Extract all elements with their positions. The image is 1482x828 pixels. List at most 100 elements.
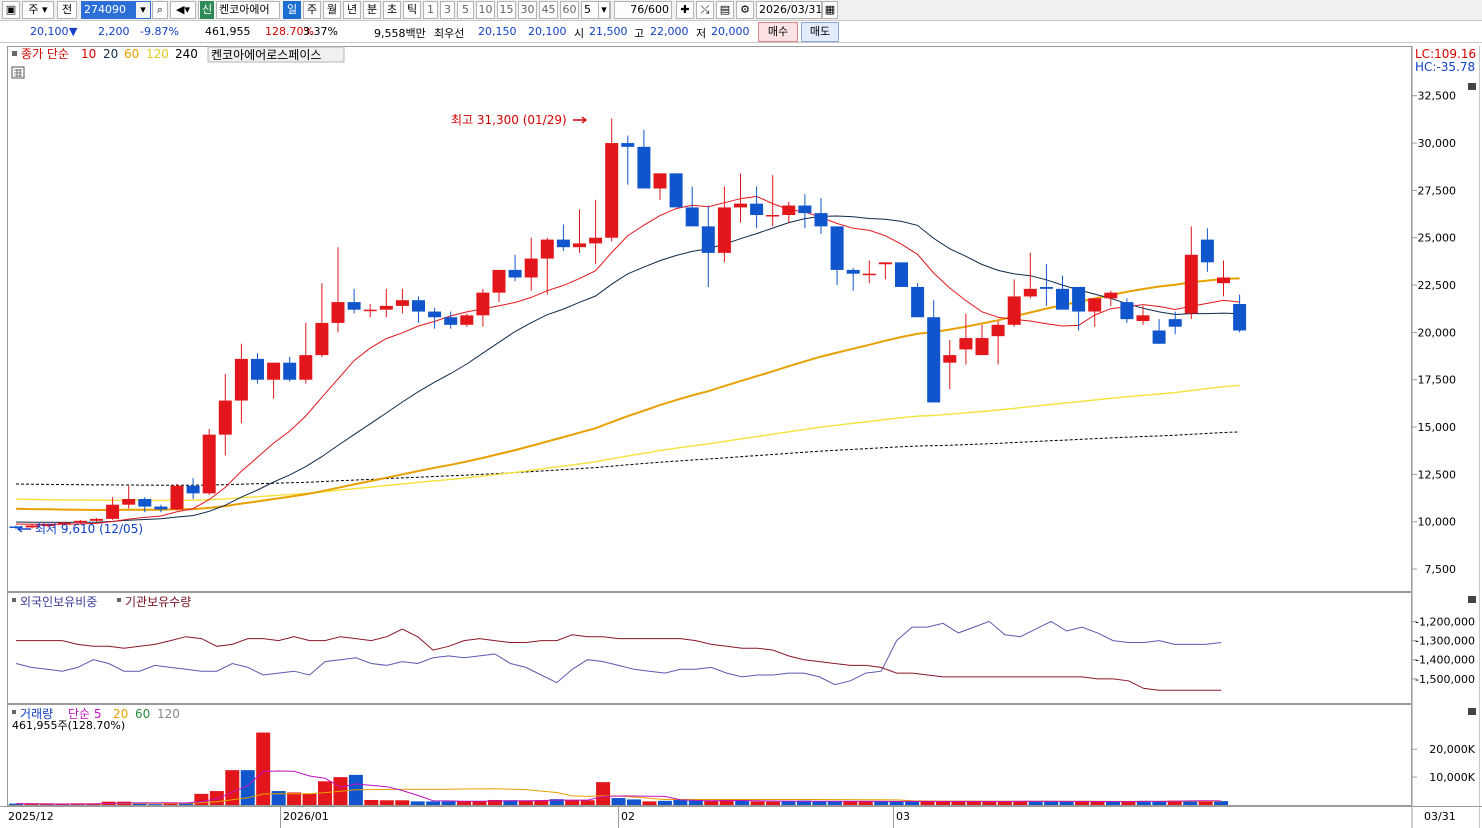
zoom-in-icon[interactable]: ✚ [676,1,694,19]
code-dropdown-icon[interactable]: ▾ [136,2,150,18]
period-type-label: 주 [28,3,39,16]
count-value: 76 [630,3,645,16]
interval-30[interactable]: 30 [518,1,537,19]
interval-60[interactable]: 60 [560,1,579,19]
volume-bar [395,800,410,805]
candle-body [122,499,136,505]
trade-amount: 9,558백만 [374,27,426,40]
candle-body [412,300,425,312]
candle-body [1217,277,1230,284]
buy-button[interactable]: 매수 [758,22,798,42]
volume-bar [997,801,1012,805]
holdings-panel-collapse-icon[interactable] [1468,596,1476,603]
tab-week[interactable]: 주 [303,1,321,19]
candle-body [186,485,200,494]
stock-code-input[interactable]: 274090 ▾ [81,1,151,19]
candle-body [1023,288,1037,297]
chart-svg[interactable]: 32,500 30,000 27,500 25,000 22,500 20,000 17,5… [0,43,1482,828]
volume-bar [657,800,672,805]
holdings-legend-icon [12,598,16,602]
volume-bar [936,801,950,805]
stock-name-field[interactable]: 켄코아에어 [216,1,280,19]
trend-icon[interactable]: ⤯ [696,1,714,19]
stock-code-value: 274090 [84,3,126,16]
interval-10[interactable]: 10 [476,1,495,19]
volume-bar [982,801,997,805]
low-label: 저 [696,27,707,40]
candle-body [717,207,731,253]
candle-body [830,226,844,270]
price-panel-collapse-icon[interactable] [1468,83,1476,90]
tab-year[interactable]: 년 [343,1,361,19]
tab-tick[interactable]: 틱 [403,1,421,19]
period-type-select[interactable]: 주 ▾ [22,1,54,19]
price-tick-label: 32,500 [1418,90,1457,103]
candle-body [283,362,297,380]
candle-body [524,258,538,278]
candle-body [878,262,892,265]
legend-square-icon [12,51,17,56]
price-tick-label: 27,500 [1418,184,1457,197]
candle-body [637,146,651,189]
tab-day[interactable]: 일 [283,1,301,19]
candle-body [347,302,361,310]
candle-body [251,358,264,380]
tab-second[interactable]: 초 [383,1,401,19]
prev-button[interactable]: 전 [57,1,77,19]
candle-body [1104,292,1118,299]
volume-bar [596,782,611,805]
candle-body [218,400,232,435]
volume-bar [271,791,286,805]
tab-month[interactable]: 월 [323,1,341,19]
interval-3[interactable]: 3 [440,1,455,19]
candle-body [492,269,506,293]
candle-body [508,269,522,278]
ma60-label: 60 [124,47,139,61]
volume-panel-frame [7,704,1412,806]
window-menu-icon[interactable]: ▣ [2,1,20,19]
interval-45[interactable]: 45 [539,1,558,19]
interval-dropdown-icon[interactable]: ▾ [598,1,610,19]
x-label-right: 03/31 [1424,810,1456,823]
gear-icon[interactable]: ⚙ [736,1,754,19]
volume-bar [673,799,688,805]
sell-button[interactable]: 매도 [801,22,839,42]
tab-minute[interactable]: 분 [363,1,381,19]
hc-label: HC:-35.78 [1415,60,1475,74]
candle-body [540,239,554,259]
volume-bar [827,801,842,805]
volume-panel-collapse-icon[interactable] [1468,708,1476,715]
candle-body [766,215,780,217]
chart-area[interactable]: 32,500 30,000 27,500 25,000 22,500 20,000 17,5… [0,43,1482,828]
save-icon[interactable]: ▤ [716,1,734,19]
holdings-tick-label: -1,500,000 [1415,673,1475,686]
calculator-icon-grid [14,69,22,77]
price-tick-label: 17,500 [1418,374,1457,387]
candle-body [1200,239,1214,263]
search-icon[interactable]: ⌕ [152,1,168,19]
sound-icon[interactable]: ◀▾ [170,1,196,19]
price-tick-label: 12,500 [1418,468,1457,481]
count-field[interactable]: 76/600 [614,1,672,19]
volume-bar [302,793,317,805]
stock-chart-window: { "toolbar": { "period_label": "주", "pre… [0,0,1482,828]
candle-body [605,143,619,238]
candle-body [1136,315,1150,322]
interval-15[interactable]: 15 [497,1,516,19]
moving-average-layer [15,195,1240,525]
x-label-2025-12: 2025/12 [8,810,54,823]
open-label: 시 [574,27,585,40]
volume-bar [287,792,302,805]
calendar-icon[interactable]: ▦ [822,1,838,19]
candle-body [299,355,313,380]
interval-1[interactable]: 1 [423,1,438,19]
interval-5[interactable]: 5 [457,1,474,19]
open-value: 21,500 [589,25,628,38]
ma10-label: 10 [81,47,96,61]
current-price: 20,100 [30,25,69,38]
volume-ma60-label: 60 [135,707,150,721]
candle-body [669,173,683,208]
date-field[interactable]: 2026/03/31 [756,1,822,19]
x-label-02: 02 [621,810,635,823]
ma20-label: 20 [103,47,118,61]
